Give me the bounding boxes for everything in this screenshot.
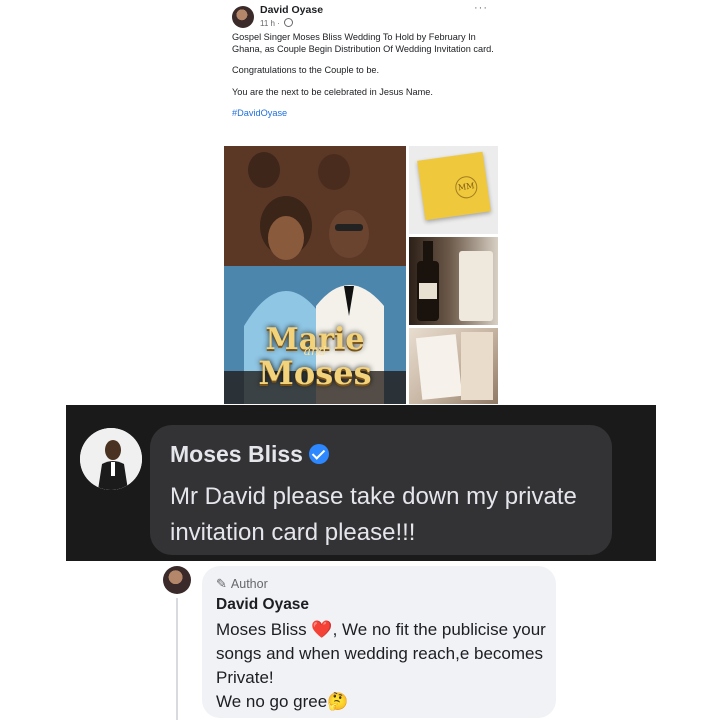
commenter-name[interactable]: Moses Bliss	[170, 441, 329, 468]
reply-text: Moses Bliss ❤️, We no fit the publicise …	[216, 618, 546, 714]
author-badge: ✎ Author	[216, 576, 268, 592]
post-author-avatar[interactable]	[232, 6, 254, 28]
invitation-insert-artwork	[415, 332, 493, 400]
commenter-avatar-artwork	[80, 428, 142, 490]
post-timestamp[interactable]: 11 h ·	[260, 18, 294, 28]
invitation-card-photo[interactable]: MM	[409, 146, 498, 234]
more-options-icon[interactable]: ···	[474, 2, 488, 14]
heart-icon: ❤️	[311, 620, 333, 639]
reply-bubble: ✎ Author David Oyase Moses Bliss ❤️, We n…	[202, 566, 556, 718]
post-paragraph: Gospel Singer Moses Bliss Wedding To Hol…	[232, 32, 494, 54]
post-body: Gospel Singer Moses Bliss Wedding To Hol…	[232, 32, 494, 130]
card-monogram: MM	[453, 174, 479, 200]
globe-icon	[284, 18, 294, 27]
wedding-poster-photo[interactable]: Marie and Moses	[224, 146, 406, 404]
post-paragraph: Congratulations to the Couple to be.	[232, 65, 380, 75]
comment-text: Mr David please take down my private inv…	[170, 483, 577, 546]
reply-author-name[interactable]: David Oyase	[216, 596, 309, 614]
facebook-post: David Oyase 11 h · ··· Gospel Singer Mos…	[224, 0, 500, 408]
screenshot-comment-panel: Moses Bliss Mr David please take down my…	[66, 405, 656, 561]
wine-bottle-artwork	[417, 241, 493, 321]
yellow-envelope: MM	[417, 151, 491, 221]
comment-bubble: Moses Bliss Mr David please take down my…	[150, 425, 612, 555]
reply-line-2: We no go gree🤔	[216, 692, 349, 711]
hashtag-link[interactable]: #DavidOyase	[232, 108, 494, 120]
post-author-name[interactable]: David Oyase	[260, 4, 323, 16]
poster-title-moses: Moses	[258, 354, 372, 392]
author-badge-label: Author	[230, 577, 268, 591]
post-paragraph: You are the next to be celebrated in Jes…	[232, 86, 433, 97]
mention-link[interactable]: Moses Bliss	[216, 620, 307, 639]
pen-icon: ✎	[216, 576, 227, 591]
verified-badge-icon	[308, 444, 329, 464]
commenter-name-text: Moses Bliss	[170, 441, 303, 467]
wine-bottle-photo[interactable]	[409, 237, 498, 325]
reply-thread-line	[176, 598, 178, 720]
invitation-insert-photo[interactable]	[409, 328, 498, 404]
commenter-avatar[interactable]	[80, 428, 142, 490]
reply-author-avatar[interactable]	[163, 566, 191, 594]
post-time: 11 h ·	[260, 19, 280, 28]
